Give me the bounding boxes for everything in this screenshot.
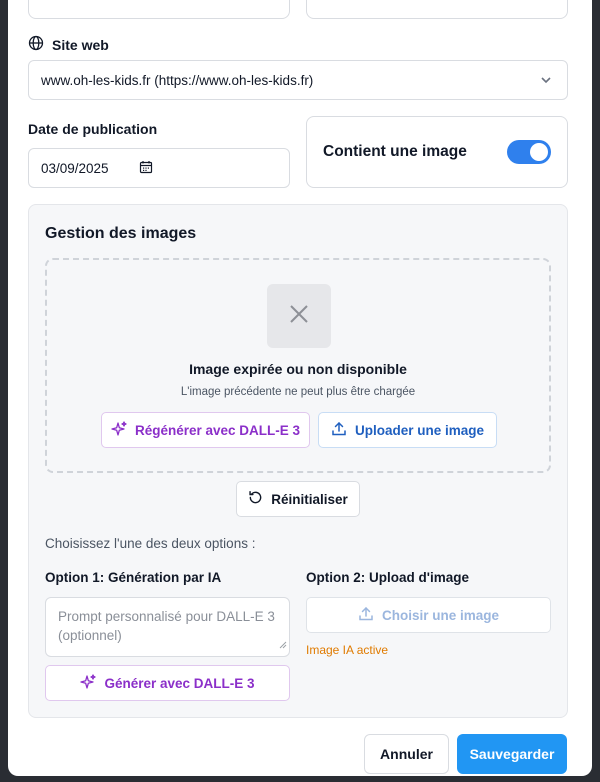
choose-hint: Choisissez l'une des deux options : xyxy=(45,536,256,551)
site-label: Site web xyxy=(28,35,109,54)
toggle-knob xyxy=(530,143,548,161)
reset-label: Réinitialiser xyxy=(271,491,348,507)
date-value: 03/09/2025 xyxy=(41,160,109,176)
ia-active-status: Image IA active xyxy=(306,643,389,657)
cancel-button[interactable]: Annuler xyxy=(364,734,449,774)
choose-image-button[interactable]: Choisir une image xyxy=(306,597,551,633)
contains-image-toggle[interactable] xyxy=(507,140,551,164)
sparkles-icon xyxy=(80,673,97,693)
expired-title: Image expirée ou non disponible xyxy=(189,361,407,377)
image-placeholder xyxy=(267,284,331,348)
generate-label: Générer avec DALL-E 3 xyxy=(104,675,255,691)
reset-button[interactable]: Réinitialiser xyxy=(236,481,360,517)
site-select-value: www.oh-les-kids.fr (https://www.oh-les-k… xyxy=(41,72,314,88)
choose-image-label: Choisir une image xyxy=(381,607,500,623)
expired-subtitle: L'image précédente ne peut plus être cha… xyxy=(180,386,416,398)
contains-image-label: Contient une image xyxy=(323,143,467,160)
panel-title: Gestion des images xyxy=(45,225,197,242)
previous-field-right[interactable] xyxy=(306,0,568,19)
regenerate-label: Régénérer avec DALL-E 3 xyxy=(134,422,301,438)
upload-icon xyxy=(358,606,374,625)
upload-image-button[interactable]: Uploader une image xyxy=(318,412,497,448)
globe-icon xyxy=(28,35,44,54)
prompt-textarea[interactable]: Prompt personnalisé pour DALL-E 3 (optio… xyxy=(45,597,290,657)
edit-article-modal: Site web www.oh-les-kids.fr (https://www… xyxy=(8,0,592,776)
rotate-ccw-icon xyxy=(248,490,263,508)
close-icon xyxy=(288,303,310,330)
previous-field-left[interactable] xyxy=(28,0,290,19)
cancel-label: Annuler xyxy=(380,746,433,762)
upload-label: Uploader une image xyxy=(354,422,485,438)
calendar-icon[interactable] xyxy=(139,160,153,177)
save-button[interactable]: Sauvegarder xyxy=(457,734,567,774)
prompt-placeholder: Prompt personnalisé pour DALL-E 3 (optio… xyxy=(58,609,275,643)
save-label: Sauvegarder xyxy=(469,746,555,762)
date-input[interactable]: 03/09/2025 xyxy=(28,148,290,188)
option2-label: Option 2: Upload d'image xyxy=(306,570,469,585)
date-label: Date de publication xyxy=(28,121,157,137)
resize-grip-icon[interactable] xyxy=(279,635,287,654)
image-dropzone[interactable]: Image expirée ou non disponible L'image … xyxy=(45,258,551,473)
date-label-text: Date de publication xyxy=(28,121,158,137)
upload-icon xyxy=(331,421,347,440)
chevron-down-icon xyxy=(539,73,553,90)
site-select[interactable]: www.oh-les-kids.fr (https://www.oh-les-k… xyxy=(28,60,568,100)
image-management-panel: Gestion des images Image expirée ou non … xyxy=(28,204,568,718)
option1-label: Option 1: Génération par IA xyxy=(45,570,222,585)
sparkles-icon xyxy=(111,420,127,440)
site-label-text: Site web xyxy=(52,36,109,53)
contains-image-card: Contient une image xyxy=(306,116,568,188)
regenerate-dalle-button[interactable]: Régénérer avec DALL-E 3 xyxy=(101,412,310,448)
generate-dalle-button[interactable]: Générer avec DALL-E 3 xyxy=(45,665,290,701)
